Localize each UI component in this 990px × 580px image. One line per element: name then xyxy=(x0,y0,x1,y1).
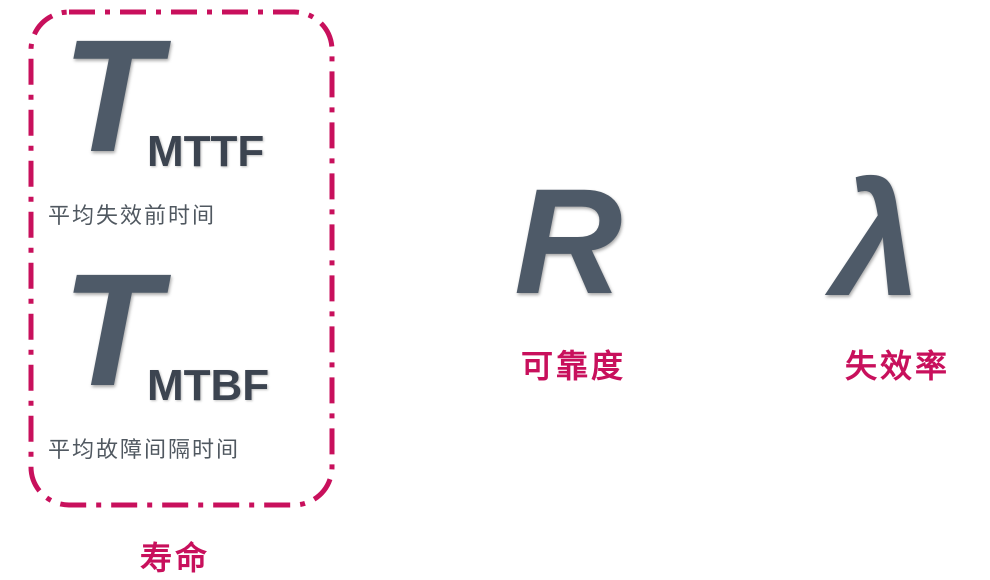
mtbf-description: 平均故障间隔时间 xyxy=(48,438,241,463)
mttf-symbol: T xyxy=(62,6,160,185)
failure-rate-label: 失效率 xyxy=(845,347,951,385)
reliability-symbol: R xyxy=(514,157,623,325)
reliability-label: 可靠度 xyxy=(521,347,627,385)
mtbf-symbol: T xyxy=(62,240,160,419)
failure-rate-symbol: λ xyxy=(832,150,921,329)
lifetime-label: 寿命 xyxy=(140,539,211,577)
mtbf-subscript: MTBF xyxy=(147,361,270,410)
mttf-subscript: MTTF xyxy=(147,127,265,176)
mttf-description: 平均失效前时间 xyxy=(48,204,217,229)
